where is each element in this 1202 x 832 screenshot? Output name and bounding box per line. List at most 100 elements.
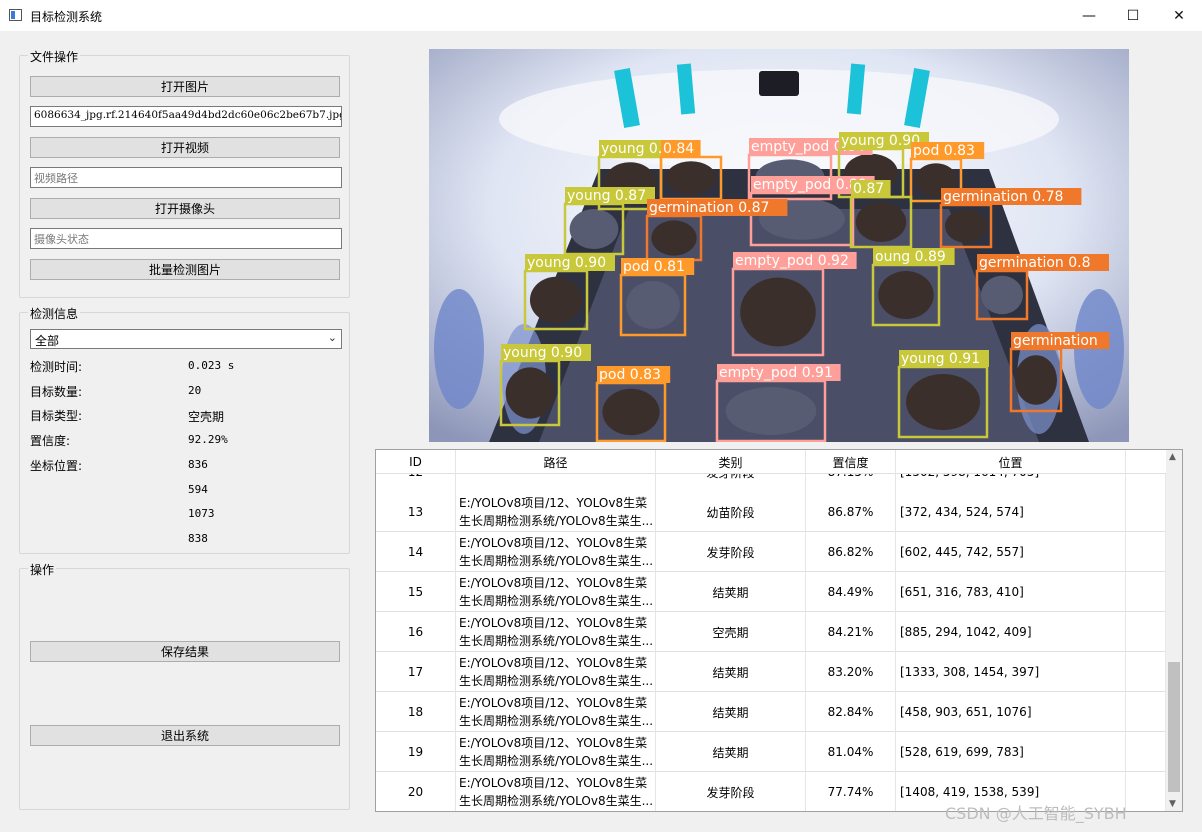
detection-label: empty_pod 0.92 [735,253,849,269]
detection-label: germination 0.87 [649,200,769,216]
cell-path-line1: E:/YOLOv8项目/12、YOLOv8生菜 [459,576,648,590]
conf-value: 92.29% [188,433,228,446]
detection-label: oung 0.89 [875,249,946,265]
table-row[interactable]: 14 E:/YOLOv8项目/12、YOLOv8生菜 生长周期检测系统/YOLOv8… [376,532,1166,572]
cell-path: E:/YOLOv8项目/12、YOLOv8生菜 生长周期检测系统/YOLOv8生菜… [456,572,656,612]
image-path-field[interactable]: 6086634_jpg.rf.214640f5aa49d4bd2dc60e06c… [30,106,342,127]
open-camera-button[interactable]: 打开摄像头 [30,198,340,219]
table-row[interactable]: 18 E:/YOLOv8项目/12、YOLOv8生菜 生长周期检测系统/YOLOv8… [376,692,1166,732]
scroll-up-icon[interactable]: ▲ [1169,452,1176,462]
app-icon [9,9,22,21]
detect-info-group: 检测信息 全部 ⌄ 检测时间: 0.023 s 目标数量: 20 目标类型: 空… [19,305,350,554]
plant-pot [505,367,555,419]
cell-path-line2: 生长周期检测系统/YOLOv8生菜生... [459,794,654,808]
detection-label: young 0.90 [527,255,606,271]
coord-label: 坐标位置: [30,459,83,473]
cell-path: E:/YOLOv8项目/12、YOLOv8生菜 生长周期检测系统/YOLOv8生菜… [456,492,656,532]
plant-pot [569,209,619,249]
cell-position: [1333, 308, 1454, 397] [896,652,1126,692]
cell-class: 结荚期 [656,732,806,772]
open-image-button[interactable]: 打开图片 [30,76,340,97]
table-row[interactable]: 17 E:/YOLOv8项目/12、YOLOv8生菜 生长周期检测系统/YOLOv8… [376,652,1166,692]
detection-image: young 0.88 0.84 empty_pod 0.84 young 0.90 po… [429,49,1129,442]
batch-detect-button[interactable]: 批量检测图片 [30,259,340,280]
table-scrollbar[interactable]: ▲ ▼ [1165,450,1182,811]
video-path-field[interactable]: 视频路径 [30,167,342,188]
detection-label: pod 0.83 [599,367,661,383]
detection-label: 0.87 [853,181,884,197]
header-position[interactable]: 位置 [896,450,1126,474]
table-row[interactable]: 16 E:/YOLOv8项目/12、YOLOv8生菜 生长周期检测系统/YOLOv8… [376,612,1166,652]
operations-group: 操作 保存结果 退出系统 [19,561,350,810]
exit-button[interactable]: 退出系统 [30,725,340,746]
plant-pot [602,388,660,436]
cell-id: 16 [376,612,456,652]
plant-pot [981,275,1023,315]
maximize-button[interactable]: ☐ [1110,0,1156,31]
cell-path-line1: E:/YOLOv8项目/12、YOLOv8生菜 [459,736,648,750]
camera-status-field[interactable]: 摄像头状态 [30,228,342,249]
cell-id: 15 [376,572,456,612]
cell-path-line1: E:/YOLOv8项目/12、YOLOv8生菜 [459,536,648,550]
cell-path: E:/YOLOv8项目/12、YOLOv8生菜 生长周期检测系统/YOLOv8生菜… [456,532,656,572]
results-table[interactable]: ID 路径 类别 置信度 位置 12 发芽阶段 87.15% [1502, 59… [375,449,1183,812]
table-row[interactable]: 15 E:/YOLOv8项目/12、YOLOv8生菜 生长周期检测系统/YOLOv8… [376,572,1166,612]
plant-pot [740,277,816,347]
plant-pot [878,271,934,319]
cell-class: 发芽阶段 [656,772,806,811]
watermark: CSDN @人工智能_SYBH [945,804,1127,823]
detection-canvas: young 0.880.84 empty_pod 0.84young 0.90po… [429,49,1129,442]
cell-class: 结荚期 [656,692,806,732]
class-filter-select[interactable]: 全部 ⌄ [30,329,342,349]
table-row[interactable]: 12 发芽阶段 87.15% [1502, 598, 1614, 705] [376,474,1166,492]
cell-path: E:/YOLOv8项目/12、YOLOv8生菜 生长周期检测系统/YOLOv8生菜… [456,652,656,692]
detection-label: germination 0.78 [943,189,1063,205]
cell-path: E:/YOLOv8项目/12、YOLOv8生菜 生长周期检测系统/YOLOv8生菜… [456,732,656,772]
plant-pot [651,220,697,256]
close-button[interactable]: ✕ [1156,0,1202,31]
cell-confidence: 84.49% [806,572,896,612]
type-value: 空壳期 [188,410,225,424]
header-confidence[interactable]: 置信度 [806,450,896,474]
cell-path [456,474,656,492]
save-result-button[interactable]: 保存结果 [30,641,340,662]
detection-label: germination 0.8 [979,255,1091,271]
cell-position: [458, 903, 651, 1076] [896,692,1126,732]
cell-confidence: 84.21% [806,612,896,652]
count-label: 目标数量: [30,385,83,399]
coord-y2: 838 [188,532,208,545]
scroll-down-icon[interactable]: ▼ [1169,799,1176,809]
cell-position: [651, 316, 783, 410] [896,572,1126,612]
detection-label: empty_pod 0.89 [753,177,867,193]
cell-id: 20 [376,772,456,811]
cell-class: 发芽阶段 [656,532,806,572]
cell-id: 13 [376,492,456,532]
minimize-button[interactable]: — [1066,0,1112,31]
time-label: 检测时间: [30,360,83,374]
cell-confidence: 81.04% [806,732,896,772]
detection-label: pod 0.83 [913,143,975,159]
plant-pot [906,374,980,430]
cell-path: E:/YOLOv8项目/12、YOLOv8生菜 生长周期检测系统/YOLOv8生菜… [456,692,656,732]
header-class[interactable]: 类别 [656,450,806,474]
cell-confidence: 77.74% [806,772,896,811]
cell-position: [1502, 598, 1614, 705] [896,474,1126,492]
table-row[interactable]: 13 E:/YOLOv8项目/12、YOLOv8生菜 生长周期检测系统/YOLOv8… [376,492,1166,532]
detection-label: 0.84 [663,141,694,157]
cell-path-line1: E:/YOLOv8项目/12、YOLOv8生菜 [459,696,648,710]
cell-path-line2: 生长周期检测系统/YOLOv8生菜生... [459,674,654,688]
table-row[interactable]: 19 E:/YOLOv8项目/12、YOLOv8生菜 生长周期检测系统/YOLOv8… [376,732,1166,772]
cell-path-line1: E:/YOLOv8项目/12、YOLOv8生菜 [459,496,648,510]
plant-pot [1015,355,1057,405]
scroll-thumb[interactable] [1168,662,1180,792]
operations-title: 操作 [28,561,57,578]
open-video-button[interactable]: 打开视频 [30,137,340,158]
header-path[interactable]: 路径 [456,450,656,474]
detection-label: young 0.91 [901,351,980,367]
plant-pot [626,281,680,329]
plant-pot [945,209,987,243]
file-ops-title: 文件操作 [28,48,81,65]
cell-confidence: 86.87% [806,492,896,532]
conf-label: 置信度: [30,434,71,448]
header-id[interactable]: ID [376,450,456,474]
